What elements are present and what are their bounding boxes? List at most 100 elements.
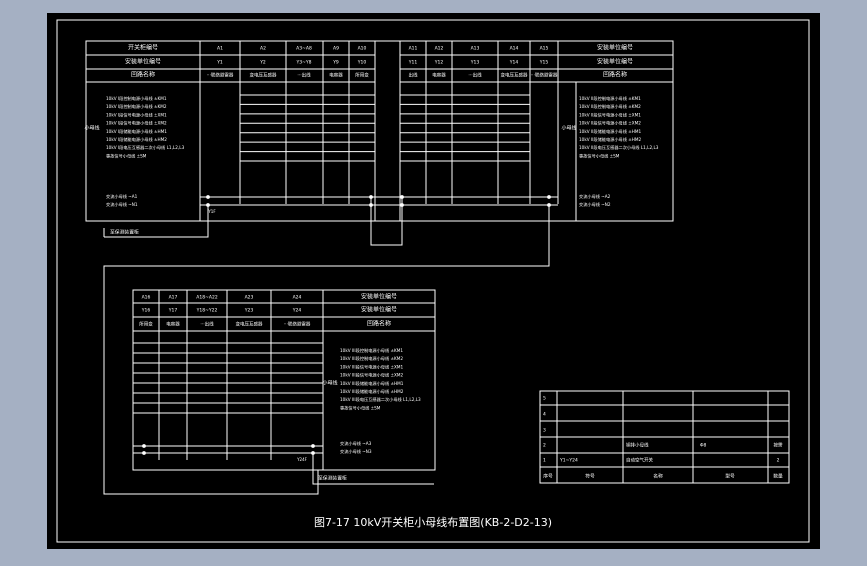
row3-name: ···出线 [297,72,311,79]
parts-row-no: 2 [543,443,546,449]
header-unit-no: 安装单位编号 [125,58,161,66]
bus-line-label: 10kV III段控制电源小母线 ±KM2 [340,355,403,362]
parts-header-spec: 型号 [725,473,735,480]
row3-name: 变电压互感器 [236,321,263,328]
row1-code: A14 [510,46,519,52]
row1-code: A2 [260,46,266,52]
bus-line-label: 10kV III段信号电源小母线 ±XM2 [340,372,403,379]
bus-vertical-label: 小母线 [322,380,337,387]
row3-name: ···联络避雷器 [207,72,234,79]
bus-vertical-label: 小母线 [561,125,576,132]
row1-code: A11 [409,46,418,52]
bus-line-label: 10kV II段信号电源小母线 ±XM1 [579,111,641,118]
ac-line-label: 交流小母线 ~A1 [106,193,138,200]
bus-line-label: 10kV II段储能电源小母线 ±HM1 [579,128,642,135]
header-switch-no: 开关柜编号 [128,44,158,52]
header-unit-no-2: 安装单位编号 [361,306,397,314]
row3-name: ···出线 [200,321,214,328]
row1-code: A24 [293,295,302,301]
row1-code: A18~A22 [196,295,218,301]
row2-code: Y1 [216,60,223,66]
ac-line-label: 交流小母线 ~A2 [579,193,611,200]
ac-line-label: 交流小母线 ~A3 [340,440,372,447]
parts-header-no: 序号 [543,473,553,480]
bus-line-label: 事故信号小母线 ±SM [579,152,620,159]
row2-code: Y23 [244,308,254,314]
bus-line-label: 10kV I段控制电源小母线 ±KM2 [106,103,167,110]
parts-row-name: 铜排小母线 [626,442,649,449]
row3-name: 出线 [409,72,418,79]
row1-code: A16 [142,295,151,301]
ac-line-label: 交流小母线 ~N3 [340,448,372,455]
bus-line-label: 10kV III段电压互感器二次小母线 L1,L2,L3 [340,396,421,403]
row1-code: A3~A8 [296,46,312,52]
parts-row-no: 1 [543,458,546,464]
bus-line-label: 10kV II段控制电源小母线 ±KM2 [579,103,641,110]
bus-line-label: 事故信号小母线 ±SM [340,404,381,411]
row3-name: 电容器 [329,72,343,79]
parts-row-no: 4 [543,412,546,418]
parts-header-name: 名称 [653,473,663,480]
junction-dot [142,444,146,448]
header-circuit-name: 回路名称 [131,71,155,79]
row3-name: 电容器 [166,321,180,328]
row1-code: A15 [540,46,549,52]
bus-line-label: 10kV I段控制电源小母线 ±KM1 [106,95,167,102]
drawing-canvas: 开关柜编号 安装单位编号 回路名称 安装单位编号 安装单位编号 回路名称 A1 Y1 ···联络… [0,0,867,562]
row2-code: Y18~Y22 [196,308,218,314]
header-circuit-name-right: 回路名称 [603,71,627,79]
row1-code: A23 [245,295,254,301]
header-unit-no: 安装单位编号 [361,293,397,301]
parts-row-spec: Φ8 [700,443,707,449]
row2-code: Y3~Y8 [296,60,312,66]
bus-line-label: 10kV III段储能电源小母线 ±HM1 [340,380,404,387]
row3-name: 所用变 [355,72,369,79]
header-unit-no-right-2: 安装单位编号 [597,58,633,66]
terminal-label: Y1F [207,209,216,214]
row3-name: ···出线 [468,72,482,79]
bus-line-label: 10kV III段控制电源小母线 ±KM1 [340,347,403,354]
row3-name: ···联络避雷器 [284,321,311,328]
row2-code: Y24 [292,308,302,314]
row1-code: A1 [217,46,223,52]
drawing-sheet [47,13,820,549]
junction-dot [311,444,315,448]
row1-code: A10 [358,46,367,52]
row2-code: Y13 [470,60,480,66]
bus-line-label: 10kV II段储能电源小母线 ±HM2 [579,136,642,143]
ac-line-label: 交流小母线 ~N2 [579,201,611,208]
drawing-caption: 图7-17 10kV开关柜小母线布置图(KB-2-D2-13) [314,515,552,529]
parts-row-code: Y1~Y24 [559,458,578,464]
bus-line-label: 10kV II段控制电源小母线 ±KM1 [579,95,641,102]
junction-dot [206,195,210,199]
bus-vertical-label: 小母线 [84,125,99,132]
bus-line-label: 10kV I段电压互感器二次小母线 L1,L2,L3 [106,144,185,151]
parts-header-code: 符号 [585,473,595,480]
bus-line-label: 10kV II段信号电源小母线 ±XM2 [579,120,641,127]
feed-label: 至保测装置柜 [110,229,139,236]
row3-name: 变电压互感器 [250,72,277,79]
row3-name: 变电压互感器 [501,72,528,79]
row2-code: Y17 [168,308,178,314]
bus-line-label: 10kV I段信号电源小母线 ±XM2 [106,120,167,127]
ac-line-label: 交流小母线 ~N1 [106,201,138,208]
bus-line-label: 10kV I段储能电源小母线 ±HM2 [106,136,167,143]
row1-code: A12 [435,46,444,52]
bus-line-label: 10kV I段储能电源小母线 ±HM1 [106,128,167,135]
parts-row-name: 自动空气开关 [626,457,653,464]
row2-code: Y16 [141,308,151,314]
row2-code: Y2 [259,60,266,66]
row2-code: Y11 [408,60,418,66]
bus-line-label: 10kV III段信号电源小母线 ±XM1 [340,363,403,370]
bus-line-label: 10kV I段信号电源小母线 ±XM1 [106,111,167,118]
row1-code: A17 [169,295,178,301]
bus-line-label: 10kV II段电压互感器二次小母线 L1,L2,L3 [579,144,659,151]
junction-dot [547,195,551,199]
row3-name: 电容器 [432,72,446,79]
parts-row-no: 3 [543,428,546,434]
terminal-label: Y24F [296,457,308,462]
row2-code: Y14 [509,60,519,66]
feed-label: 至保测装置柜 [318,475,347,482]
header-unit-no-right: 安装单位编号 [597,44,633,52]
row2-code: Y12 [434,60,444,66]
